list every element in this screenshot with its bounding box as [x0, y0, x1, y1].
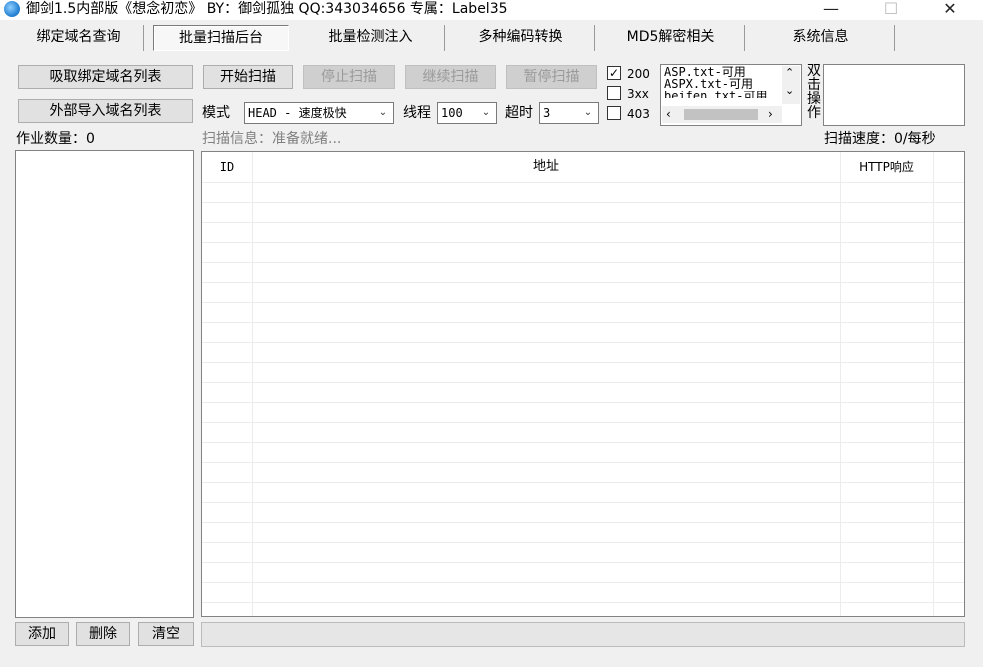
fetch-bound-domains-button[interactable]: 吸取绑定域名列表: [18, 65, 193, 89]
grid-row-line: [202, 602, 964, 603]
grid-row-line: [202, 382, 964, 383]
scroll-right-icon[interactable]: ›: [768, 107, 773, 121]
grid-row-line: [202, 362, 964, 363]
title-bar: 御剑1.5内部版《想念初恋》 BY：御剑孤独 QQ:343034656 专属：L…: [0, 0, 983, 20]
grid-row-line: [202, 562, 964, 563]
grid-column-line: [840, 152, 841, 616]
filter-403-label: 403: [627, 107, 650, 121]
column-header-id[interactable]: ID: [202, 152, 252, 182]
tab-system-info[interactable]: 系统信息: [747, 25, 895, 51]
domain-list[interactable]: [15, 150, 194, 618]
minimize-button[interactable]: —: [808, 0, 854, 20]
mode-select-value: HEAD - 速度极快: [248, 106, 347, 120]
scan-speed-label: 扫描速度：0/每秒: [824, 131, 936, 147]
stop-scan-button[interactable]: 停止扫描: [303, 65, 395, 89]
grid-row-line: [202, 462, 964, 463]
chevron-down-icon: ⌄: [481, 107, 491, 118]
filter-403-checkbox[interactable]: [607, 106, 621, 120]
timeout-select[interactable]: 3 ⌄: [539, 102, 599, 124]
tab-batch-scan-admin[interactable]: 批量扫描后台: [153, 25, 289, 51]
threads-select-value: 100: [441, 106, 463, 120]
grid-column-line: [933, 152, 934, 616]
status-bar: [201, 622, 965, 647]
add-button[interactable]: 添加: [15, 622, 69, 646]
double-click-hint-label: 双击操作: [807, 63, 821, 121]
scroll-left-icon[interactable]: ‹: [666, 107, 671, 121]
grid-row-line: [202, 262, 964, 263]
scroll-thumb[interactable]: [684, 109, 758, 120]
app-icon: [4, 1, 20, 17]
grid-row-line: [202, 322, 964, 323]
dictionary-preview-box[interactable]: [823, 64, 965, 126]
pause-scan-button[interactable]: 暂停扫描: [506, 65, 597, 89]
tab-strip: 绑定域名查询 批量扫描后台 批量检测注入 多种编码转换 MD5解密相关 系统信息: [0, 21, 983, 53]
tab-md5-decrypt[interactable]: MD5解密相关: [597, 25, 745, 51]
grid-row-line: [202, 242, 964, 243]
grid-row-line: [202, 522, 964, 523]
grid-row-line: [202, 222, 964, 223]
import-domain-list-button[interactable]: 外部导入域名列表: [18, 99, 193, 123]
filter-200-checkbox[interactable]: ✓: [607, 66, 621, 80]
check-icon: ✓: [608, 66, 620, 80]
grid-row-line: [202, 502, 964, 503]
scroll-up-icon[interactable]: ⌃: [785, 67, 794, 79]
close-button[interactable]: ✕: [927, 0, 973, 20]
grid-row-line: [202, 422, 964, 423]
tab-batch-injection[interactable]: 批量检测注入: [297, 25, 445, 51]
dictionary-item[interactable]: beifen.txt-可用: [664, 91, 767, 98]
grid-row-line: [202, 402, 964, 403]
grid-row-line: [202, 342, 964, 343]
vertical-scrollbar[interactable]: ⌃ ⌄: [782, 66, 800, 104]
horizontal-scrollbar[interactable]: ‹ ›: [662, 106, 782, 123]
tab-encoding-convert[interactable]: 多种编码转换: [447, 25, 595, 51]
mode-label: 模式: [202, 105, 230, 121]
scroll-down-icon[interactable]: ⌄: [785, 85, 794, 97]
window-title: 御剑1.5内部版《想念初恋》 BY：御剑孤独 QQ:343034656 专属：L…: [26, 1, 508, 17]
grid-row-line: [202, 282, 964, 283]
chevron-down-icon: ⌄: [378, 107, 388, 118]
grid-row-line: [202, 202, 964, 203]
threads-label: 线程: [403, 105, 431, 121]
threads-select[interactable]: 100 ⌄: [437, 102, 497, 124]
mode-select[interactable]: HEAD - 速度极快 ⌄: [244, 102, 394, 124]
grid-column-line: [252, 152, 253, 616]
grid-row-line: [202, 542, 964, 543]
grid-row-line: [202, 442, 964, 443]
chevron-down-icon: ⌄: [583, 107, 593, 118]
column-header-http-response[interactable]: HTTP响应: [840, 152, 933, 182]
scan-info-label: 扫描信息：准备就绪...: [202, 131, 342, 147]
grid-row-line: [202, 482, 964, 483]
tab-bind-domain-query[interactable]: 绑定域名查询: [14, 25, 144, 51]
results-table[interactable]: ID 地址 HTTP响应: [201, 151, 965, 617]
grid-row-line: [202, 302, 964, 303]
column-header-address[interactable]: 地址: [252, 152, 840, 182]
dictionary-list[interactable]: ASP.txt-可用 ASPX.txt-可用 beifen.txt-可用 ⌃ ⌄…: [660, 64, 802, 126]
delete-button[interactable]: 删除: [76, 622, 130, 646]
grid-row-line: [202, 182, 964, 183]
grid-row-line: [202, 582, 964, 583]
continue-scan-button[interactable]: 继续扫描: [405, 65, 496, 89]
dictionary-item[interactable]: ASPX.txt-可用: [664, 78, 753, 90]
filter-200-label: 200: [627, 67, 650, 81]
job-count-label: 作业数量：0: [16, 131, 95, 147]
start-scan-button[interactable]: 开始扫描: [203, 65, 293, 89]
filter-3xx-label: 3xx: [627, 87, 649, 101]
timeout-select-value: 3: [543, 106, 551, 120]
filter-3xx-checkbox[interactable]: [607, 86, 621, 100]
maximize-button[interactable]: ☐: [868, 0, 914, 20]
timeout-label: 超时: [505, 105, 533, 121]
clear-button[interactable]: 清空: [138, 622, 194, 646]
